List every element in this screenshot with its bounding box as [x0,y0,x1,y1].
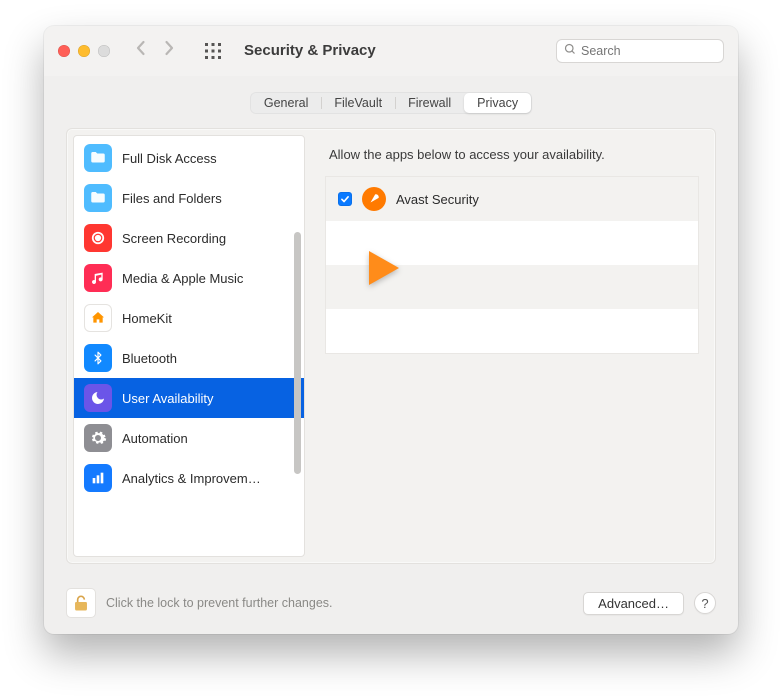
search-field[interactable] [556,39,724,63]
tabs-row: General FileVault Firewall Privacy [44,76,738,122]
sidebar-item-label: Files and Folders [122,191,222,206]
fullscreen-window-button [98,45,110,57]
sidebar-item-screen-recording[interactable]: Screen Recording [74,218,304,258]
sidebar-item-automation[interactable]: Automation [74,418,304,458]
avast-icon [362,187,386,211]
content-area: Full Disk Access Files and Folders Scree… [44,122,738,578]
sidebar-item-label: Analytics & Improvem… [122,471,261,486]
record-icon [84,224,112,252]
sidebar-item-user-availability[interactable]: User Availability [74,378,304,418]
tab-privacy[interactable]: Privacy [464,93,531,113]
sidebar-item-label: Bluetooth [122,351,177,366]
home-icon [84,304,112,332]
folder-icon [84,144,112,172]
bluetooth-icon [84,344,112,372]
preferences-window: Security & Privacy General FileVault Fir… [44,26,738,634]
sidebar-item-analytics[interactable]: Analytics & Improvem… [74,458,304,498]
sidebar-item-label: HomeKit [122,311,172,326]
show-all-button[interactable] [204,42,222,60]
footer: Click the lock to prevent further change… [44,578,738,634]
sidebar-item-label: User Availability [122,391,214,406]
titlebar: Security & Privacy [44,26,738,76]
folder-icon [84,184,112,212]
sidebar-item-label: Full Disk Access [122,151,217,166]
gear-icon [84,424,112,452]
window-controls [58,45,110,57]
app-row-empty [326,309,698,353]
nav-arrows [134,40,176,61]
detail-pane: Allow the apps below to access your avai… [315,135,709,557]
search-input[interactable] [581,44,738,58]
tab-filevault[interactable]: FileVault [321,93,395,113]
tab-firewall[interactable]: Firewall [395,93,464,113]
music-icon [84,264,112,292]
sidebar-item-label: Media & Apple Music [122,271,243,286]
app-row[interactable]: Avast Security [326,177,698,221]
help-button[interactable]: ? [694,592,716,614]
sidebar-item-label: Screen Recording [122,231,226,246]
sidebar-item-media-music[interactable]: Media & Apple Music [74,258,304,298]
window-title: Security & Privacy [244,42,376,59]
tab-general[interactable]: General [251,93,321,113]
back-button[interactable] [134,40,148,61]
sidebar-item-files-folders[interactable]: Files and Folders [74,178,304,218]
detail-description: Allow the apps below to access your avai… [329,147,695,162]
forward-button[interactable] [162,40,176,61]
search-icon [564,42,576,60]
advanced-button[interactable]: Advanced… [583,592,684,615]
chart-icon [84,464,112,492]
category-sidebar: Full Disk Access Files and Folders Scree… [73,135,305,557]
app-checkbox[interactable] [338,192,352,206]
callout-arrow-icon [369,251,399,285]
moon-icon [84,384,112,412]
sidebar-item-bluetooth[interactable]: Bluetooth [74,338,304,378]
lock-hint-text: Click the lock to prevent further change… [106,596,333,610]
lock-button[interactable] [66,588,96,618]
close-window-button[interactable] [58,45,70,57]
sidebar-item-homekit[interactable]: HomeKit [74,298,304,338]
sidebar-scrollbar[interactable] [294,232,301,474]
sidebar-item-full-disk-access[interactable]: Full Disk Access [74,138,304,178]
privacy-panel: Full Disk Access Files and Folders Scree… [66,128,716,564]
minimize-window-button[interactable] [78,45,90,57]
app-name-label: Avast Security [396,192,479,207]
sidebar-item-label: Automation [122,431,188,446]
tab-bar: General FileVault Firewall Privacy [250,92,532,114]
